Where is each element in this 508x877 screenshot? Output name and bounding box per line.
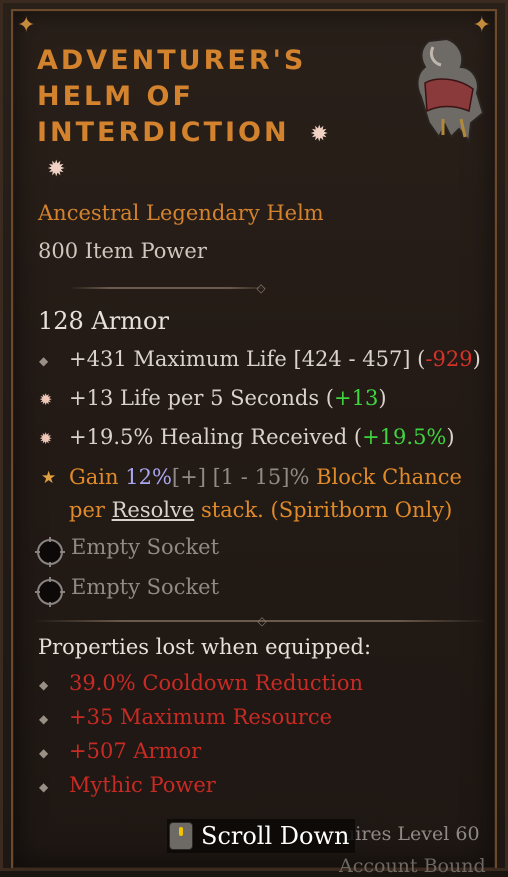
star-bullet-icon: ✹: [39, 390, 53, 409]
scroll-down-label: Scroll Down: [201, 822, 350, 850]
affix-text: +19.5% Healing Received (: [69, 425, 363, 449]
affix-text: +13 Life per 5 Seconds (: [69, 386, 334, 410]
lost-property-row: ◆ +507 Armor: [39, 739, 201, 763]
legendary-part2: Block Chance: [316, 465, 462, 489]
divider-middle: ◇: [33, 614, 487, 628]
corner-ornament-left-icon: ✦: [17, 13, 36, 38]
legendary-aspect-text: Gain 12%[+] [1 - 15]% Block Chance per R…: [69, 461, 489, 527]
item-title-line-2: HELM OF: [37, 81, 194, 112]
star-bullet-icon: ✹: [39, 429, 53, 448]
diamond-bullet-icon: ◆: [39, 677, 49, 692]
item-title-line-1: ADVENTURER'S: [37, 45, 307, 76]
divider-knot-icon: ◇: [257, 614, 267, 628]
diamond-bullet-icon: ◆: [39, 779, 49, 794]
properties-lost-title: Properties lost when equipped:: [38, 635, 372, 659]
diamond-bullet-icon: ◆: [39, 745, 49, 760]
required-level: uires Level 60: [343, 823, 480, 845]
divider-knot-icon: ◇: [256, 281, 266, 295]
item-title-line-3-wrapper: INTERDICTION ✹: [37, 115, 397, 153]
divider-top: ◇: [69, 281, 269, 295]
legendary-plus: [+]: [171, 465, 206, 489]
lost-property-row: ◆ Mythic Power: [39, 773, 216, 797]
affix-row: ✹ +19.5% Healing Received (+19.5%): [39, 425, 455, 449]
legendary-part1: Gain: [69, 465, 126, 489]
scroll-down-hint[interactable]: Scroll Down: [167, 819, 356, 853]
diamond-bullet-icon: ◆: [39, 353, 49, 368]
affix-row: ✹ +13 Life per 5 Seconds (+13): [39, 386, 387, 410]
lost-property-text: +507 Armor: [69, 739, 202, 763]
lost-property-text: Mythic Power: [69, 773, 216, 797]
affix-text: +431 Maximum Life [424 - 457] (: [69, 347, 426, 371]
mouse-scroll-icon: [169, 822, 193, 850]
lost-property-row: ◆ +35 Maximum Resource: [39, 705, 332, 729]
item-subtype: Ancestral Legendary Helm: [38, 201, 324, 225]
affix-suffix: ): [472, 347, 481, 371]
mythic-star-icon-2: ✹: [47, 157, 66, 182]
empty-socket-icon: [35, 537, 65, 567]
armor-value: 128 Armor: [38, 307, 169, 335]
empty-socket-icon: [35, 577, 65, 607]
affix-diff: +13: [333, 386, 379, 410]
resolve-keyword-link[interactable]: Resolve: [112, 498, 195, 522]
mythic-star-icon: ✹: [310, 122, 332, 147]
legendary-part3: per: [69, 498, 112, 522]
lost-property-text: 39.0% Cooldown Reduction: [69, 671, 364, 695]
affix-row: ◆ +431 Maximum Life [424 - 457] (-929): [39, 347, 481, 371]
affix-diff: -929: [425, 347, 473, 371]
socket-label: Empty Socket: [71, 575, 220, 599]
legendary-range: [1 - 15]%: [205, 465, 317, 489]
affix-suffix: ): [378, 386, 387, 410]
lost-property-row: ◆ 39.0% Cooldown Reduction: [39, 671, 363, 695]
socket-label: Empty Socket: [71, 535, 220, 559]
lost-property-text: +35 Maximum Resource: [69, 705, 333, 729]
legendary-aspect-star-icon: ★: [41, 468, 57, 488]
legendary-part4: stack. (Spiritborn Only): [194, 498, 453, 522]
helm-item-icon: [416, 37, 485, 143]
item-title-line-3: INTERDICTION: [37, 117, 290, 148]
item-tooltip-card: ✦ ✦ ADVENTURER'S HELM OF INTERDICTION ✹ …: [0, 0, 508, 877]
affix-diff: +19.5%: [362, 425, 447, 449]
legendary-value: 12%: [125, 465, 172, 489]
item-power: 800 Item Power: [38, 239, 207, 263]
affix-suffix: ): [446, 425, 455, 449]
account-bound-label: Account Bound: [339, 855, 486, 877]
item-title: ADVENTURER'S HELM OF INTERDICTION ✹: [37, 43, 397, 153]
diamond-bullet-icon: ◆: [39, 711, 49, 726]
